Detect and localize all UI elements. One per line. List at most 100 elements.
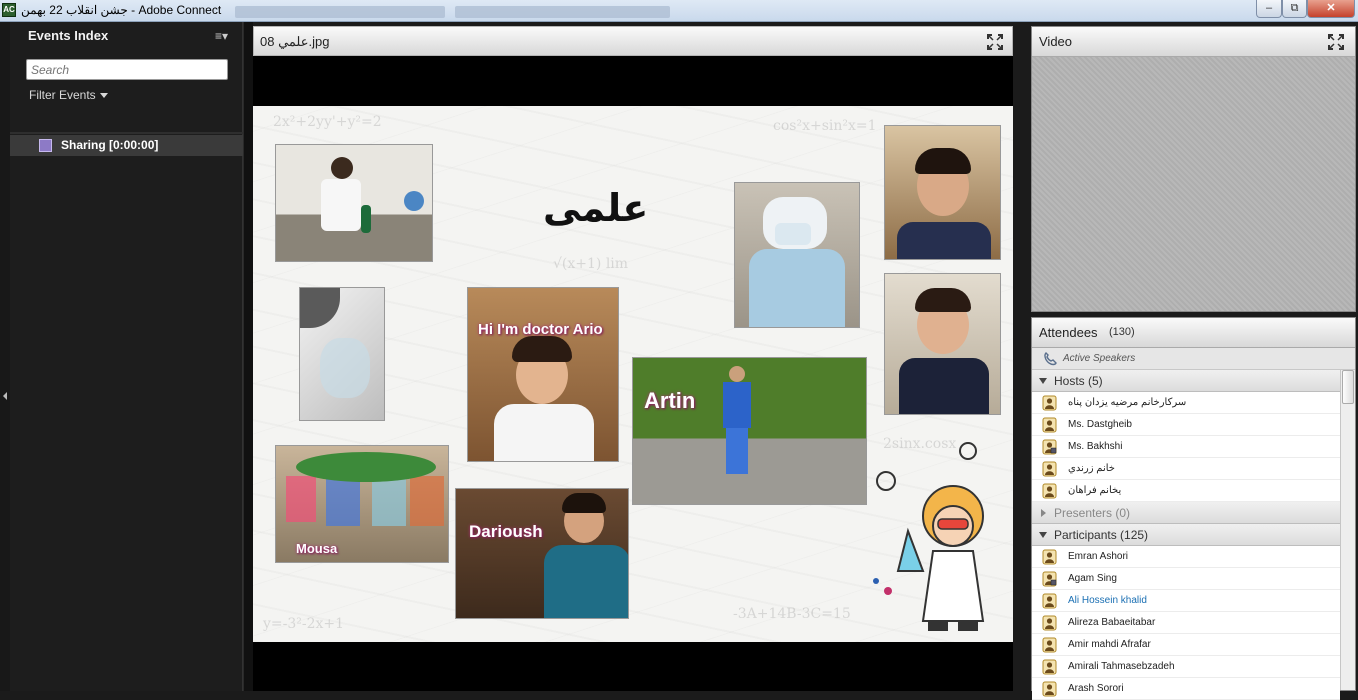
close-button[interactable]: ✕ [1307,0,1355,18]
attendee-name: Amirali Tahmasebzadeh [1068,661,1175,672]
window-titlebar: AC جشن انقلاب 22 بهمن - Adobe Connect – … [0,0,1358,22]
active-speakers-bar: Active Speakers [1032,348,1355,370]
panel-gutter [243,22,253,691]
math-doodle: cos²x+sin²x=1 [773,118,877,134]
background-window-ghost [455,6,670,18]
chevron-down-icon [1039,378,1047,384]
photo-mousa: Mousa [275,445,449,563]
attendee-row[interactable]: سرکارخانم مرضیه یزدان پناه [1032,392,1340,414]
attendee-row[interactable]: Amirali Tahmasebzadeh [1032,656,1340,678]
app-icon: AC [2,3,16,17]
caption-mousa: Mousa [296,541,338,556]
fullscreen-icon[interactable] [987,34,1003,50]
filter-events-dropdown[interactable]: Filter Events [29,88,108,102]
share-pod: 08 علمي.jpg 2x²+2yy'+y²=2 cos²x+sin²x=1 … [253,26,1013,691]
attendee-name: Ali Hossein khalid [1068,595,1147,606]
attendee-name: Emran Ashori [1068,551,1129,562]
attendees-scrollbar[interactable] [1340,370,1355,690]
math-doodle: -3A+14B-3C=15 [733,606,851,622]
attendee-name: Arash Sorori [1068,683,1124,694]
event-item-sharing[interactable]: Sharing [0:00:00] [10,135,243,156]
maximize-button[interactable]: ⧉ [1282,0,1307,18]
phone-icon [1044,352,1057,366]
filter-events-label: Filter Events [29,88,96,102]
attendees-count: (130) [1109,326,1135,338]
user-icon [1042,637,1057,653]
participants-list: Emran Ashori Agam Sing Ali Hossein khalid A… [1032,546,1355,700]
attendee-row[interactable]: یخانم فراهان [1032,480,1340,502]
user-icon [1042,659,1057,675]
event-item-label: Sharing [0:00:00] [61,138,159,152]
collapse-arrow-icon[interactable] [3,392,7,400]
divider [10,132,243,134]
attendee-name: Ms. Dastgheib [1068,419,1132,430]
search-input[interactable] [26,59,228,80]
attendee-row[interactable]: Arash Sorori [1032,678,1340,700]
chevron-down-icon [1039,532,1047,538]
attendee-row[interactable]: Alireza Babaeitabar [1032,612,1340,634]
attendee-row[interactable]: Emran Ashori [1032,546,1340,568]
attendee-name: Alireza Babaeitabar [1068,617,1156,628]
left-collapse-strip[interactable] [0,22,10,691]
shared-slide-image: 2x²+2yy'+y²=2 cos²x+sin²x=1 √(x+1) lim 2… [253,106,1013,642]
group-label: Hosts (5) [1054,374,1103,388]
scrollbar-thumb[interactable] [1342,370,1354,404]
attendee-row[interactable]: خانم زرندي [1032,458,1340,480]
math-doodle: y=-3²-2x+1 [263,616,345,632]
attendee-name: Agam Sing [1068,573,1117,584]
attendees-header: Attendees (130) [1032,318,1355,348]
attendee-row[interactable]: Amir mahdi Afrafar [1032,634,1340,656]
user-icon [1042,483,1057,499]
user-icon [1042,615,1057,631]
attendee-row[interactable]: Ms. Dastgheib [1032,414,1340,436]
group-label: Participants (125) [1054,528,1149,542]
scientist-cartoon [873,442,985,631]
attendee-row[interactable]: Ms. Bakhshi [1032,436,1340,458]
attendees-title: Attendees [1039,325,1098,340]
photo-doctor-ario: Hi I'm doctor Ario [467,287,619,462]
user-icon [1042,395,1057,411]
photo-darioush: Darioush [455,488,629,619]
attendees-pod: Attendees (130) Active Speakers Hosts (5… [1031,317,1356,700]
sharing-icon [39,139,52,152]
user-icon [1042,593,1057,609]
chevron-down-icon [99,93,108,99]
user-icon [1042,549,1057,565]
video-area [1032,57,1355,311]
attendee-row[interactable]: Ali Hossein khalid [1032,590,1340,612]
slide-heading: علمی [543,186,649,230]
attendee-name: Amir mahdi Afrafar [1068,639,1151,650]
attendee-name: سرکارخانم مرضیه یزدان پناه [1068,397,1187,408]
window-title: جشن انقلاب 22 بهمن - Adobe Connect [21,3,222,17]
fullscreen-icon[interactable] [1328,34,1344,50]
video-title: Video [1039,34,1073,49]
group-participants[interactable]: Participants (125) [1032,524,1340,546]
events-title: Events Index [28,28,109,43]
attendee-row[interactable]: Agam Sing [1032,568,1340,590]
background-window-ghost [235,6,445,18]
share-title: 08 علمي.jpg [260,34,330,49]
group-presenters[interactable]: Presenters (0) [1032,502,1340,524]
minimize-button[interactable]: – [1256,0,1282,18]
caption-darioush: Darioush [469,522,543,541]
hosts-list: سرکارخانم مرضیه یزدان پناه Ms. Dastgheib M… [1032,392,1355,502]
attendee-name: یخانم فراهان [1068,485,1122,496]
video-pod: Video [1031,26,1356,312]
math-doodle: 2x²+2yy'+y²=2 [273,114,382,130]
group-hosts[interactable]: Hosts (5) [1032,370,1340,392]
user-icon [1042,461,1057,477]
attendee-name: Ms. Bakhshi [1068,441,1123,452]
attendee-name: خانم زرندي [1068,463,1115,474]
photo-boy-tie [884,273,1001,415]
chevron-right-icon [1041,509,1046,517]
camera-user-icon [1042,439,1057,455]
user-icon [1042,417,1057,433]
photo-protective-suit [734,182,860,328]
caption-doctor-ario: Hi I'm doctor Ario [478,321,603,338]
events-index-panel: Events Index ≡▾ Filter Events Sharing [0… [10,22,243,691]
group-label: Presenters (0) [1054,506,1131,520]
math-doodle: √(x+1) lim [553,256,629,272]
events-menu-icon[interactable]: ≡▾ [215,22,228,50]
camera-user-icon [1042,571,1057,587]
photo-lab-boy [275,144,433,262]
